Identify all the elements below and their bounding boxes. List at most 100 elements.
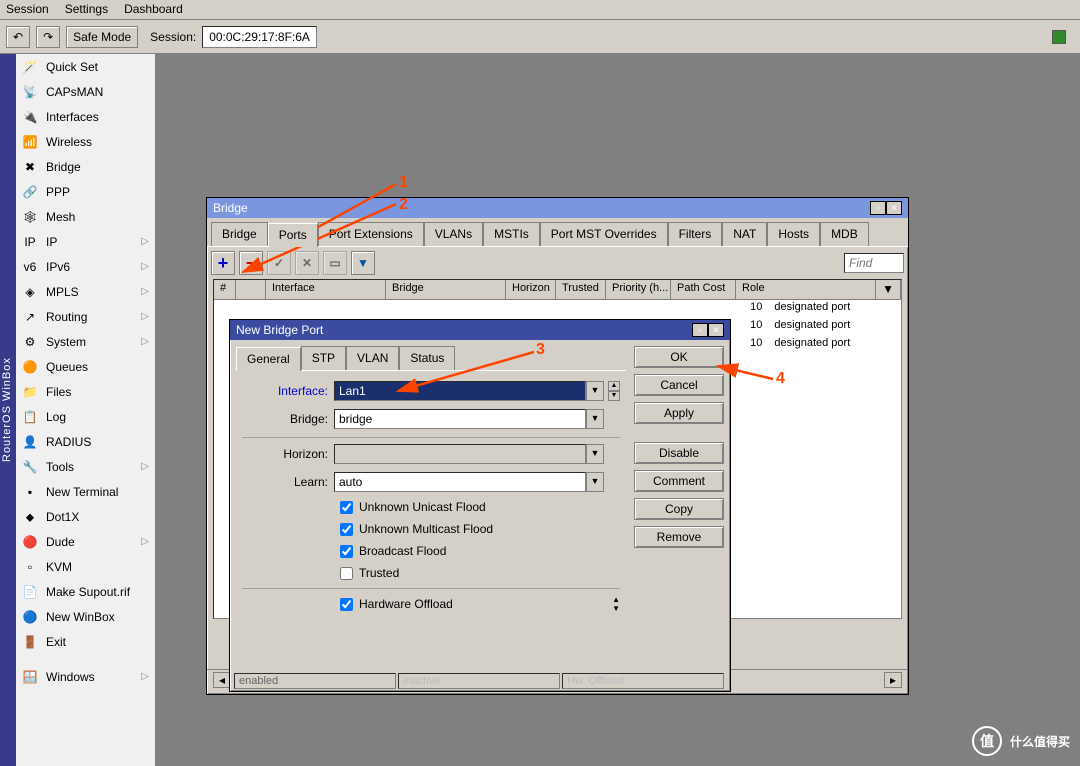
menu-settings[interactable]: Settings (65, 2, 108, 17)
horizon-field[interactable] (334, 444, 586, 464)
column-header[interactable]: Horizon (506, 280, 556, 299)
interface-field[interactable]: Lan1 (334, 381, 586, 401)
chevron-right-icon: ▷ (141, 671, 149, 682)
sidebar-item-kvm[interactable]: ▫KVM (16, 554, 155, 579)
dialog-close-icon[interactable]: ✕ (708, 323, 724, 337)
sidebar-item-queues[interactable]: 🟠Queues (16, 354, 155, 379)
tab-ports[interactable]: Ports (268, 223, 318, 247)
tab-hosts[interactable]: Hosts (767, 222, 820, 246)
sidebar-icon: 📁 (22, 384, 38, 400)
bridge-window-title[interactable]: Bridge ▫ ✕ (207, 198, 908, 218)
sidebar-icon: ⬥ (22, 509, 38, 525)
cancel-button[interactable]: Cancel (634, 374, 724, 396)
sidebar-label: System (46, 335, 86, 349)
redo-button[interactable]: ↷ (36, 26, 60, 48)
sidebar-item-new-winbox[interactable]: 🔵New WinBox (16, 604, 155, 629)
find-input[interactable] (844, 253, 904, 273)
status-hw: Hw. Offload (562, 673, 724, 689)
tab-mstis[interactable]: MSTIs (483, 222, 540, 246)
interface-updown[interactable]: ▲▼ (608, 381, 620, 401)
sidebar-item-log[interactable]: 📋Log (16, 404, 155, 429)
sidebar-item-new-terminal[interactable]: ▪New Terminal (16, 479, 155, 504)
tab-bridge[interactable]: Bridge (211, 222, 268, 246)
unknown-unicast-checkbox[interactable] (340, 501, 353, 514)
sidebar-item-system[interactable]: ⚙System▷ (16, 329, 155, 354)
column-header[interactable]: Bridge (386, 280, 506, 299)
sidebar-item-ip[interactable]: IPIP▷ (16, 229, 155, 254)
app-name-vertical: RouterOS WinBox (0, 54, 16, 766)
tab-port-extensions[interactable]: Port Extensions (318, 222, 424, 246)
sidebar-label: Tools (46, 460, 74, 474)
dialog-title[interactable]: New Bridge Port ▫ ✕ (230, 320, 730, 340)
horizon-dropdown-icon[interactable]: ▼ (586, 444, 604, 464)
copy-button[interactable]: Copy (634, 498, 724, 520)
sidebar-item-routing[interactable]: ↗Routing▷ (16, 304, 155, 329)
sidebar-item-interfaces[interactable]: 🔌Interfaces (16, 104, 155, 129)
undo-button[interactable]: ↶ (6, 26, 30, 48)
table-row[interactable]: 10designated port (214, 300, 901, 318)
mdi-canvas: Bridge ▫ ✕ BridgePortsPort ExtensionsVLA… (156, 54, 1080, 766)
disable-button[interactable]: ✕ (295, 251, 319, 275)
apply-button[interactable]: Apply (634, 402, 724, 424)
tab-vlans[interactable]: VLANs (424, 222, 483, 246)
column-header[interactable]: Role (736, 280, 876, 299)
menu-session[interactable]: Session (6, 2, 49, 17)
learn-field[interactable]: auto (334, 472, 586, 492)
column-header[interactable]: Trusted (556, 280, 606, 299)
sidebar-item-bridge[interactable]: ✖Bridge (16, 154, 155, 179)
close-icon[interactable]: ✕ (886, 201, 902, 215)
column-header[interactable]: Interface (266, 280, 386, 299)
dialog-minimize-icon[interactable]: ▫ (692, 323, 708, 337)
disable-button[interactable]: Disable (634, 442, 724, 464)
dialog-tab-stp[interactable]: STP (301, 346, 346, 370)
tab-filters[interactable]: Filters (668, 222, 723, 246)
safe-mode-button[interactable]: Safe Mode (66, 26, 138, 48)
enable-button[interactable]: ✓ (267, 251, 291, 275)
new-bridge-port-dialog: New Bridge Port ▫ ✕ GeneralSTPVLANStatus… (229, 319, 731, 692)
dialog-tab-vlan[interactable]: VLAN (346, 346, 399, 370)
column-header[interactable] (236, 280, 266, 299)
comment-button-icon[interactable]: ▭ (323, 251, 347, 275)
sidebar-item-files[interactable]: 📁Files (16, 379, 155, 404)
comment-button[interactable]: Comment (634, 470, 724, 492)
sidebar-item-tools[interactable]: 🔧Tools▷ (16, 454, 155, 479)
toolbar: ↶ ↷ Safe Mode Session: 00:0C:29:17:8F:6A (0, 20, 1080, 54)
menubar: Session Settings Dashboard (0, 0, 1080, 20)
sidebar-item-wireless[interactable]: 📶Wireless (16, 129, 155, 154)
tab-mdb[interactable]: MDB (820, 222, 869, 246)
sidebar-item-ppp[interactable]: 🔗PPP (16, 179, 155, 204)
trusted-checkbox[interactable] (340, 567, 353, 580)
dialog-tab-general[interactable]: General (236, 347, 301, 371)
sidebar-item-make-supout.rif[interactable]: 📄Make Supout.rif (16, 579, 155, 604)
tab-port-mst-overrides[interactable]: Port MST Overrides (540, 222, 668, 246)
add-button[interactable]: + (211, 251, 235, 275)
minimize-icon[interactable]: ▫ (870, 201, 886, 215)
tab-nat[interactable]: NAT (722, 222, 767, 246)
ok-button[interactable]: OK (634, 346, 724, 368)
remove-button[interactable]: − (239, 251, 263, 275)
sidebar-item-ipv6[interactable]: v6IPv6▷ (16, 254, 155, 279)
sidebar-icon: 📶 (22, 134, 38, 150)
broadcast-flood-checkbox[interactable] (340, 545, 353, 558)
filter-button[interactable]: ▼ (351, 251, 375, 275)
bridge-field[interactable]: bridge (334, 409, 586, 429)
learn-dropdown-icon[interactable]: ▼ (586, 472, 604, 492)
interface-dropdown-icon[interactable]: ▼ (586, 381, 604, 401)
dialog-tab-status[interactable]: Status (399, 346, 455, 370)
hw-offload-checkbox[interactable] (340, 598, 353, 611)
column-header[interactable]: Path Cost (671, 280, 736, 299)
sidebar-item-mpls[interactable]: ◈MPLS▷ (16, 279, 155, 304)
sidebar-item-quick-set[interactable]: 🪄Quick Set (16, 54, 155, 79)
sidebar-item-mesh[interactable]: 🕸Mesh (16, 204, 155, 229)
column-header[interactable]: # (214, 280, 236, 299)
sidebar-item-capsman[interactable]: 📡CAPsMAN (16, 79, 155, 104)
sidebar-item-radius[interactable]: 👤RADIUS (16, 429, 155, 454)
sidebar-item-dude[interactable]: 🔴Dude▷ (16, 529, 155, 554)
remove-button-dlg[interactable]: Remove (634, 526, 724, 548)
column-header[interactable]: Priority (h... (606, 280, 671, 299)
sidebar-item-windows[interactable]: 🪟Windows▷ (16, 664, 155, 689)
unknown-multicast-checkbox[interactable] (340, 523, 353, 536)
bridge-dropdown-icon[interactable]: ▼ (586, 409, 604, 429)
sidebar-item-dot1x[interactable]: ⬥Dot1X (16, 504, 155, 529)
menu-dashboard[interactable]: Dashboard (124, 2, 183, 17)
